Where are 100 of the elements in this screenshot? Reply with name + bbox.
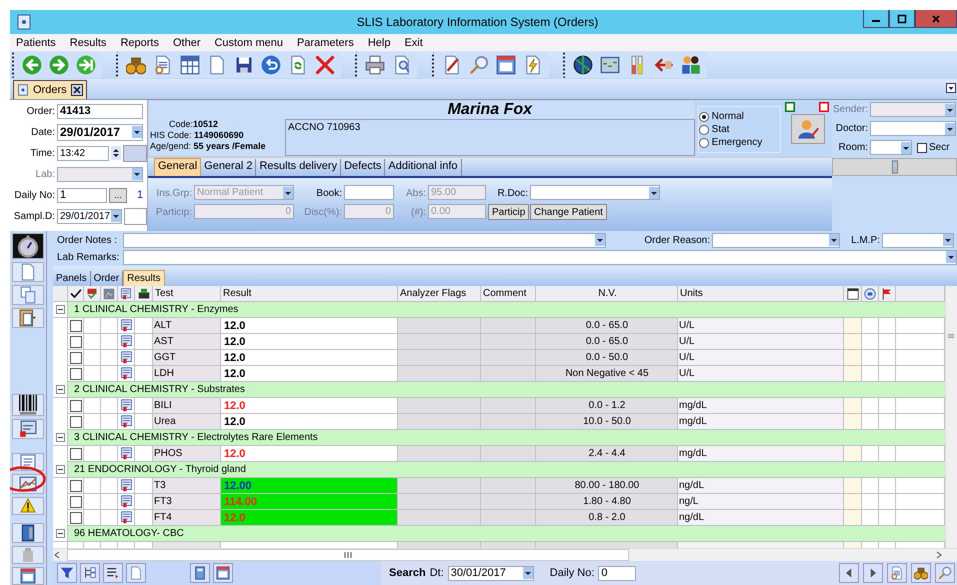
- browse-button[interactable]: ...: [109, 188, 127, 202]
- menu-item[interactable]: Reports: [120, 36, 159, 48]
- time-field[interactable]: 13:42: [57, 146, 109, 160]
- result-value: 12.0: [224, 368, 246, 380]
- caret-icon[interactable]: [649, 186, 659, 198]
- collapse-icon[interactable]: [56, 385, 64, 394]
- radio-icon[interactable]: [698, 124, 709, 134]
- result-cell[interactable]: 12.0: [221, 350, 398, 366]
- caret-icon[interactable]: [946, 251, 956, 263]
- menu-item[interactable]: Results: [70, 36, 106, 48]
- side-tool-button[interactable]: [12, 566, 44, 585]
- bottom-tool-button[interactable]: [190, 563, 210, 583]
- result-cell[interactable]: 12.0: [221, 398, 398, 414]
- tab[interactable]: General: [154, 158, 202, 176]
- menu-item[interactable]: Custom menu: [214, 36, 283, 48]
- priority-radio[interactable]: Emergency: [698, 137, 780, 148]
- caret-icon[interactable]: [522, 567, 533, 579]
- status-checkbox[interactable]: [785, 102, 795, 112]
- close-button[interactable]: [915, 10, 957, 28]
- caret-icon[interactable]: [132, 126, 142, 138]
- collapse-icon[interactable]: [56, 529, 64, 538]
- previous-button[interactable]: [839, 563, 859, 583]
- group-header[interactable]: 2 CLINICAL CHEMISTRY - Substrates: [68, 382, 945, 398]
- form-button[interactable]: Particip: [488, 204, 530, 220]
- date-field[interactable]: 29/01/2017: [57, 124, 143, 140]
- input-field[interactable]: [344, 185, 394, 200]
- result-cell[interactable]: 12.0: [221, 318, 398, 334]
- radio-icon[interactable]: [698, 112, 709, 122]
- bottom-tool-button[interactable]: [213, 563, 233, 583]
- side-tool-button[interactable]: [12, 522, 44, 543]
- priority-radio[interactable]: Stat: [698, 124, 780, 135]
- result-cell[interactable]: 12.0: [221, 366, 398, 382]
- group-header[interactable]: 1 CLINICAL CHEMISTRY - Enzymes: [68, 302, 945, 318]
- tab[interactable]: Additional info: [385, 159, 462, 176]
- bottom-tool-button[interactable]: [80, 563, 100, 583]
- next-button[interactable]: [863, 563, 883, 583]
- result-cell[interactable]: 12.00: [221, 478, 398, 494]
- grip-icon[interactable]: [343, 551, 353, 559]
- menu-item[interactable]: Parameters: [296, 36, 354, 48]
- vertical-scrollbar[interactable]: [945, 286, 957, 549]
- document-tab[interactable]: Orders: [13, 80, 87, 99]
- time-extra-field[interactable]: [123, 144, 147, 162]
- menu-item[interactable]: Patients: [16, 36, 56, 48]
- menu-item[interactable]: Help: [368, 36, 390, 48]
- tab[interactable]: Results delivery: [256, 159, 342, 176]
- radio-icon[interactable]: [698, 138, 709, 148]
- checkbox[interactable]: [917, 142, 927, 152]
- minimize-button[interactable]: [863, 10, 889, 28]
- sample-extra-field[interactable]: [124, 208, 147, 224]
- menu-item[interactable]: Other: [172, 36, 200, 48]
- collapse-icon[interactable]: [56, 433, 64, 442]
- form-button[interactable]: Change Patient: [530, 204, 607, 220]
- priority-radio[interactable]: Normal: [698, 111, 780, 122]
- status-checkbox[interactable]: [819, 102, 829, 112]
- caret-icon[interactable]: [595, 234, 605, 246]
- caret-icon[interactable]: [943, 234, 953, 246]
- caret-icon[interactable]: [901, 142, 911, 154]
- grip-icon[interactable]: [947, 332, 955, 340]
- caret-icon[interactable]: [945, 122, 955, 134]
- collapse-icon[interactable]: [56, 305, 64, 314]
- scroll-right-icon[interactable]: [935, 551, 943, 559]
- caret-icon[interactable]: [946, 83, 956, 93]
- scrollbar-thumb[interactable]: [67, 549, 629, 561]
- order-field[interactable]: 41413: [57, 104, 143, 118]
- scroll-left-icon[interactable]: [53, 551, 61, 559]
- lmp-field[interactable]: [882, 232, 954, 248]
- tab[interactable]: General 2: [201, 159, 256, 176]
- bottom-tool-button[interactable]: [57, 563, 77, 583]
- lab-remarks-field[interactable]: [123, 250, 957, 264]
- dropdown-field[interactable]: [530, 185, 660, 200]
- group-header[interactable]: 96 HEMATOLOGY- CBC: [68, 526, 945, 542]
- binoculars-icon: [914, 566, 928, 580]
- result-cell[interactable]: 12.0: [221, 446, 398, 462]
- caret-icon[interactable]: [829, 234, 839, 246]
- tab[interactable]: Results: [123, 270, 164, 286]
- collapse-icon[interactable]: [56, 465, 64, 474]
- maximize-button[interactable]: [889, 10, 915, 28]
- tab[interactable]: Defects: [341, 159, 386, 176]
- daily-number-field[interactable]: 1: [57, 188, 107, 202]
- horizontal-scrollbar[interactable]: [53, 548, 957, 561]
- group-header[interactable]: 3 CLINICAL CHEMISTRY - Electrolytes Rare Elements: [68, 430, 945, 446]
- maximize-icon[interactable]: [897, 14, 907, 24]
- caret-icon[interactable]: [110, 210, 121, 222]
- spinner-icon[interactable]: [111, 146, 121, 160]
- group-header[interactable]: 21 ENDOCRINOLOGY - Thyroid gland: [68, 462, 945, 478]
- side-tool-button[interactable]: [12, 394, 44, 416]
- order-reason-field[interactable]: [712, 232, 840, 248]
- result-cell[interactable]: 12.0: [221, 414, 398, 430]
- sample-date-field[interactable]: 29/01/2017: [57, 208, 122, 224]
- search-date-field[interactable]: 30/01/2017: [448, 566, 534, 580]
- close-icon[interactable]: [70, 84, 83, 96]
- result-cell[interactable]: 12.0: [221, 334, 398, 350]
- order-notes-field[interactable]: [123, 232, 606, 248]
- menu-item[interactable]: Exit: [404, 36, 423, 48]
- timer-button[interactable]: [12, 233, 44, 259]
- patient-edit-button[interactable]: [790, 114, 824, 144]
- bottom-tool-button[interactable]: [103, 563, 123, 583]
- bottom-tool-button[interactable]: [911, 563, 931, 583]
- warning-icon: [20, 498, 36, 514]
- search-daily-field[interactable]: 0: [598, 566, 636, 580]
